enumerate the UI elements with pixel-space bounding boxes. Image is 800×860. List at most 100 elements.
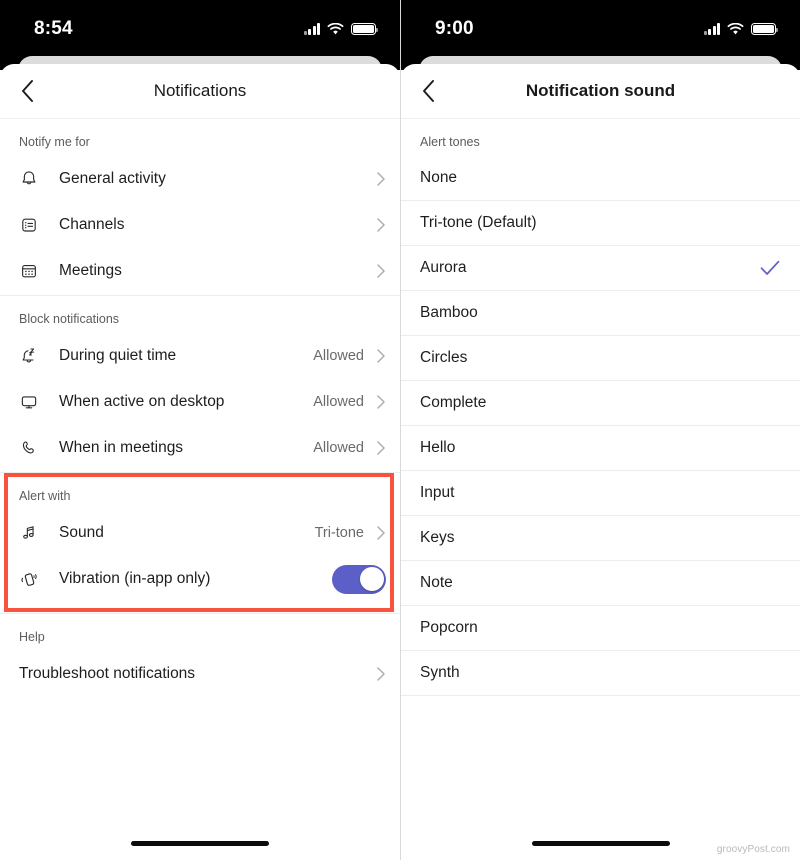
- wifi-icon: [327, 22, 344, 36]
- section-help: Help Troubleshoot notifications: [0, 614, 400, 697]
- row-label: Sound: [59, 524, 104, 541]
- row-general-activity[interactable]: General activity: [0, 156, 400, 202]
- vibration-toggle[interactable]: [332, 564, 386, 594]
- status-time: 9:00: [435, 18, 474, 39]
- tone-item-input[interactable]: Input: [401, 471, 800, 516]
- row-label: When active on desktop: [59, 393, 225, 410]
- row-value: Allowed: [313, 394, 364, 410]
- status-icons: [703, 15, 779, 36]
- back-button[interactable]: [411, 74, 445, 108]
- row-label: Troubleshoot notifications: [19, 665, 196, 682]
- bell-icon: [19, 169, 45, 189]
- tone-label: Complete: [420, 394, 487, 411]
- row-sound[interactable]: Sound Tri-tone: [0, 510, 400, 556]
- phone-call-icon: [19, 438, 45, 458]
- section-notify-me-for: Notify me for General activity Channels: [0, 119, 400, 294]
- tone-label: Bamboo: [420, 304, 478, 321]
- dual-phone-screenshot: 8:54 Notifications Notify me for General…: [0, 0, 800, 860]
- tone-label: Popcorn: [420, 619, 478, 636]
- section-header: Block notifications: [19, 312, 120, 326]
- music-note-icon: [19, 523, 45, 543]
- chevron-right-icon: [376, 667, 386, 681]
- row-label: Meetings: [59, 262, 122, 279]
- page-title: Notifications: [153, 81, 247, 100]
- tone-label: Tri-tone (Default): [420, 214, 537, 231]
- tone-item-popcorn[interactable]: Popcorn: [401, 606, 800, 651]
- tone-label: Aurora: [420, 259, 467, 276]
- row-meetings[interactable]: Meetings: [0, 248, 400, 294]
- row-channels[interactable]: Channels: [0, 202, 400, 248]
- chevron-right-icon: [376, 395, 386, 409]
- phone-screen-notifications: 8:54 Notifications Notify me for General…: [0, 0, 400, 860]
- tone-label: Note: [420, 574, 453, 591]
- back-button[interactable]: [10, 74, 44, 108]
- phone-screen-notification-sound: 9:00 Notification sound Alert tones None…: [400, 0, 800, 860]
- tone-label: Input: [420, 484, 455, 501]
- row-troubleshoot-notifications[interactable]: Troubleshoot notifications: [0, 651, 400, 697]
- row-value: Allowed: [313, 440, 364, 456]
- row-when-in-meetings[interactable]: When in meetings Allowed: [0, 425, 400, 471]
- section-header: Notify me for: [19, 135, 90, 149]
- battery-icon: [351, 23, 379, 35]
- list-header-alert-tones: Alert tones: [420, 135, 480, 149]
- cellular-signal-icon: [703, 23, 720, 35]
- toggle-knob: [359, 567, 384, 591]
- nav-bar-left: Notifications: [0, 64, 400, 119]
- wifi-icon: [727, 22, 744, 36]
- tone-item-circles[interactable]: Circles: [401, 336, 800, 381]
- desktop-monitor-icon: [19, 392, 45, 412]
- row-when-active-on-desktop[interactable]: When active on desktop Allowed: [0, 379, 400, 425]
- tone-item-tri-tone-default[interactable]: Tri-tone (Default): [401, 201, 800, 246]
- watermark: groovyPost.com: [716, 844, 790, 855]
- row-value: Allowed: [313, 348, 364, 364]
- row-label: When in meetings: [59, 439, 184, 456]
- row-label: General activity: [59, 170, 166, 187]
- row-label: During quiet time: [59, 347, 177, 364]
- status-time: 8:54: [34, 18, 73, 39]
- tone-item-bamboo[interactable]: Bamboo: [401, 291, 800, 336]
- home-indicator: [0, 841, 400, 846]
- channel-icon: [19, 215, 45, 235]
- tone-item-synth[interactable]: Synth: [401, 651, 800, 696]
- tone-item-aurora[interactable]: Aurora: [401, 246, 800, 291]
- status-bar-right: 9:00: [401, 0, 800, 50]
- row-value: Tri-tone: [314, 525, 364, 541]
- tone-item-hello[interactable]: Hello: [401, 426, 800, 471]
- page-title: Notification sound: [525, 81, 676, 100]
- chevron-right-icon: [376, 441, 386, 455]
- tone-label: Hello: [420, 439, 456, 456]
- tone-item-keys[interactable]: Keys: [401, 516, 800, 561]
- tone-label: None: [420, 169, 458, 186]
- cellular-signal-icon: [303, 23, 320, 35]
- row-during-quiet-time[interactable]: During quiet time Allowed: [0, 333, 400, 379]
- status-bar-left: 8:54: [0, 0, 400, 50]
- tone-label: Synth: [420, 664, 460, 681]
- section-header: Help: [19, 630, 45, 644]
- calendar-icon: [19, 261, 45, 281]
- tone-label: Keys: [420, 529, 455, 546]
- nav-bar-right: Notification sound: [401, 64, 800, 119]
- section-header: Alert with: [19, 489, 71, 503]
- status-icons: [303, 15, 379, 36]
- tone-item-none[interactable]: None: [401, 156, 800, 201]
- chevron-left-icon: [422, 80, 434, 102]
- chevron-left-icon: [21, 80, 33, 102]
- sheet-left: Notifications Notify me for General acti…: [0, 64, 400, 860]
- sheet-right: Notification sound Alert tones None Tri-…: [401, 64, 800, 860]
- section-block-notifications: Block notifications During quiet time Al…: [0, 296, 400, 471]
- checkmark-icon: [760, 259, 780, 277]
- tone-item-note[interactable]: Note: [401, 561, 800, 606]
- battery-icon: [751, 23, 779, 35]
- row-vibration[interactable]: Vibration (in-app only): [0, 556, 400, 602]
- alert-tones-list: None Tri-tone (Default) Aurora Bamboo Ci…: [401, 156, 800, 696]
- chevron-right-icon: [376, 218, 386, 232]
- vibration-icon: [19, 569, 45, 590]
- chevron-right-icon: [376, 264, 386, 278]
- row-label: Channels: [59, 216, 125, 233]
- bell-quiet-time-icon: [19, 346, 45, 366]
- tone-label: Circles: [420, 349, 468, 366]
- chevron-right-icon: [376, 526, 386, 540]
- chevron-right-icon: [376, 172, 386, 186]
- chevron-right-icon: [376, 349, 386, 363]
- tone-item-complete[interactable]: Complete: [401, 381, 800, 426]
